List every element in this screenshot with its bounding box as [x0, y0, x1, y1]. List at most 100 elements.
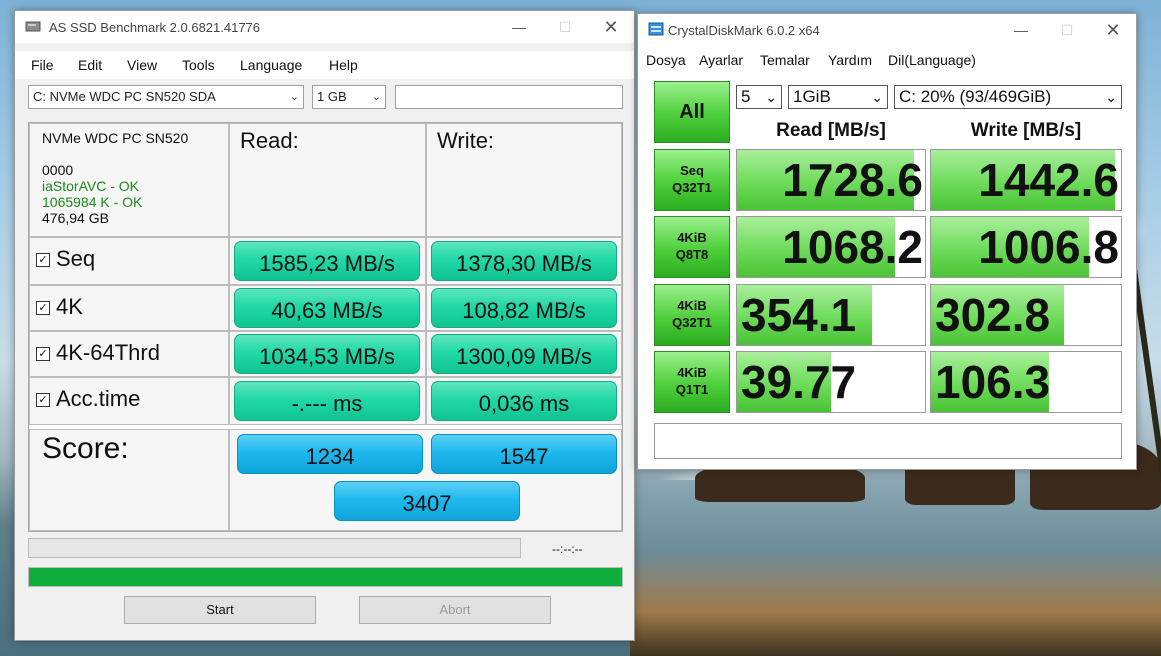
write-value: 1006.8 — [978, 221, 1119, 273]
as-ssd-window: AS SSD Benchmark 2.0.6821.41776 — ☐ ✕ Fi… — [14, 10, 635, 641]
menu-bar: Dosya Ayarlar Temalar Yardım Dil(Languag… — [638, 46, 1136, 74]
row-label-text: Acc.time — [56, 386, 141, 411]
menu-yardim[interactable]: Yardım — [828, 52, 872, 68]
4k-q32t1-write-result: 302.8 — [930, 284, 1122, 346]
row-label-acc-time[interactable]: ✓ Acc.time — [29, 377, 229, 425]
row-label-text: 4K — [56, 294, 83, 319]
4k64-write-value: 1300,09 MB/s — [431, 334, 617, 374]
checkbox-checked-icon[interactable]: ✓ — [36, 301, 50, 316]
menu-view[interactable]: View — [127, 57, 157, 73]
size-select-value: 1 GB — [317, 89, 347, 104]
elapsed-time: --:--:-- — [552, 542, 583, 556]
read-column-header: Read [MB/s] — [776, 120, 886, 141]
chevron-down-icon: ⌄ — [289, 91, 299, 103]
seq-read-value: 1585,23 MB/s — [234, 241, 420, 281]
minimize-icon[interactable]: — — [496, 11, 542, 43]
read-header-label: Read: — [240, 128, 299, 153]
total-progress-fill — [29, 568, 622, 586]
menu-temalar[interactable]: Temalar — [760, 52, 810, 68]
4k-q32t1-read-result: 354.1 — [736, 284, 926, 346]
drive-select-value: C: NVMe WDC PC SN520 SDA — [33, 89, 216, 104]
menu-language[interactable]: Dil(Language) — [888, 52, 976, 68]
drive-info-panel: NVMe WDC PC SN520 0000 iaStorAVC - OK 10… — [29, 123, 229, 237]
test-count-select[interactable]: 5 ⌄ — [736, 85, 782, 109]
run-all-button[interactable]: All — [654, 81, 730, 143]
test-progress-bar — [28, 538, 521, 558]
row-label-text: 4K-64Thrd — [56, 340, 160, 365]
test-count-value: 5 — [741, 87, 751, 106]
window-title: CrystalDiskMark 6.0.2 x64 — [668, 23, 820, 38]
score-label: Score: — [42, 432, 129, 465]
total-progress-bar — [28, 567, 623, 587]
acc-read-value: -.--- ms — [234, 381, 420, 421]
chevron-down-icon: ⌄ — [1105, 89, 1117, 105]
menu-help[interactable]: Help — [329, 57, 358, 73]
4k-q1t1-write-result: 106.3 — [930, 351, 1122, 413]
score-total: 3407 — [334, 481, 520, 521]
drive-icon — [25, 21, 41, 32]
cdm-titlebar[interactable]: CrystalDiskMark 6.0.2 x64 — ☐ ✕ — [638, 14, 1136, 46]
test-size-value: 1GiB — [793, 87, 831, 106]
read-value: 1728.6 — [782, 154, 923, 206]
read-value: 39.77 — [741, 356, 857, 408]
drive-select-value: C: 20% (93/469GiB) — [899, 87, 1052, 106]
drive-select[interactable]: C: 20% (93/469GiB) ⌄ — [894, 85, 1122, 109]
menu-language[interactable]: Language — [240, 57, 302, 73]
test-size-select[interactable]: 1GiB ⌄ — [788, 85, 888, 109]
write-value: 302.8 — [935, 289, 1051, 341]
minimize-icon[interactable]: — — [998, 14, 1044, 46]
menu-edit[interactable]: Edit — [78, 57, 102, 73]
drive-capacity: 476,94 GB — [42, 210, 109, 226]
menu-dosya[interactable]: Dosya — [646, 52, 686, 68]
maximize-icon[interactable]: ☐ — [542, 11, 588, 43]
test-seq-q32t1-button[interactable]: Seq Q32T1 — [654, 149, 730, 211]
seq-read-result: 1728.6 — [736, 149, 926, 211]
checkbox-checked-icon[interactable]: ✓ — [36, 253, 50, 268]
test-name-line1: 4KiB — [677, 298, 707, 313]
drive-select[interactable]: C: NVMe WDC PC SN520 SDA ⌄ — [28, 85, 304, 109]
row-label-seq[interactable]: ✓ Seq — [29, 237, 229, 285]
driver-status: iaStorAVC - OK — [42, 178, 139, 194]
row-label-4k-64thrd[interactable]: ✓ 4K-64Thrd — [29, 331, 229, 377]
start-button[interactable]: Start — [124, 596, 316, 624]
comment-input[interactable] — [395, 85, 623, 109]
score-label-cell: Score: — [29, 429, 229, 531]
chevron-down-icon: ⌄ — [871, 89, 883, 105]
write-column-header: Write [MB/s] — [970, 120, 1082, 141]
alignment-status: 1065984 K - OK — [42, 194, 143, 210]
cdm-app-icon — [648, 22, 664, 36]
results-table: NVMe WDC PC SN520 0000 iaStorAVC - OK 10… — [28, 122, 623, 532]
row-label-4k[interactable]: ✓ 4K — [29, 285, 229, 331]
write-column-header: Write: — [426, 123, 622, 237]
read-column-header: Read: — [229, 123, 426, 237]
abort-button[interactable]: Abort — [359, 596, 551, 624]
acc-write-value: 0,036 ms — [431, 381, 617, 421]
close-icon[interactable]: ✕ — [1090, 14, 1136, 46]
close-icon[interactable]: ✕ — [588, 11, 634, 43]
maximize-icon[interactable]: ☐ — [1044, 14, 1090, 46]
checkbox-checked-icon[interactable]: ✓ — [36, 347, 50, 362]
chevron-down-icon: ⌄ — [371, 91, 381, 103]
window-title: AS SSD Benchmark 2.0.6821.41776 — [49, 20, 261, 35]
4k-read-value: 40,63 MB/s — [234, 288, 420, 328]
test-name-line2: Q32T1 — [672, 180, 712, 195]
chevron-down-icon: ⌄ — [765, 89, 777, 105]
score-write: 1547 — [431, 434, 617, 474]
menu-file[interactable]: File — [31, 57, 54, 73]
test-4k-q1t1-button[interactable]: 4KiB Q1T1 — [654, 351, 730, 413]
seq-write-result: 1442.6 — [930, 149, 1122, 211]
comment-input[interactable] — [654, 423, 1122, 459]
size-select[interactable]: 1 GB ⌄ — [312, 85, 386, 109]
write-value: 106.3 — [935, 356, 1051, 408]
test-4k-q32t1-button[interactable]: 4KiB Q32T1 — [654, 284, 730, 346]
write-value: 1442.6 — [978, 154, 1119, 206]
4k-q8t8-write-result: 1006.8 — [930, 216, 1122, 278]
as-ssd-titlebar[interactable]: AS SSD Benchmark 2.0.6821.41776 — ☐ ✕ — [15, 11, 634, 43]
checkbox-checked-icon[interactable]: ✓ — [36, 393, 50, 408]
test-4k-q8t8-button[interactable]: 4KiB Q8T8 — [654, 216, 730, 278]
menu-ayarlar[interactable]: Ayarlar — [699, 52, 743, 68]
menu-tools[interactable]: Tools — [182, 57, 215, 73]
4k-q8t8-read-result: 1068.2 — [736, 216, 926, 278]
test-name-line1: 4KiB — [677, 230, 707, 245]
4k-q1t1-read-result: 39.77 — [736, 351, 926, 413]
